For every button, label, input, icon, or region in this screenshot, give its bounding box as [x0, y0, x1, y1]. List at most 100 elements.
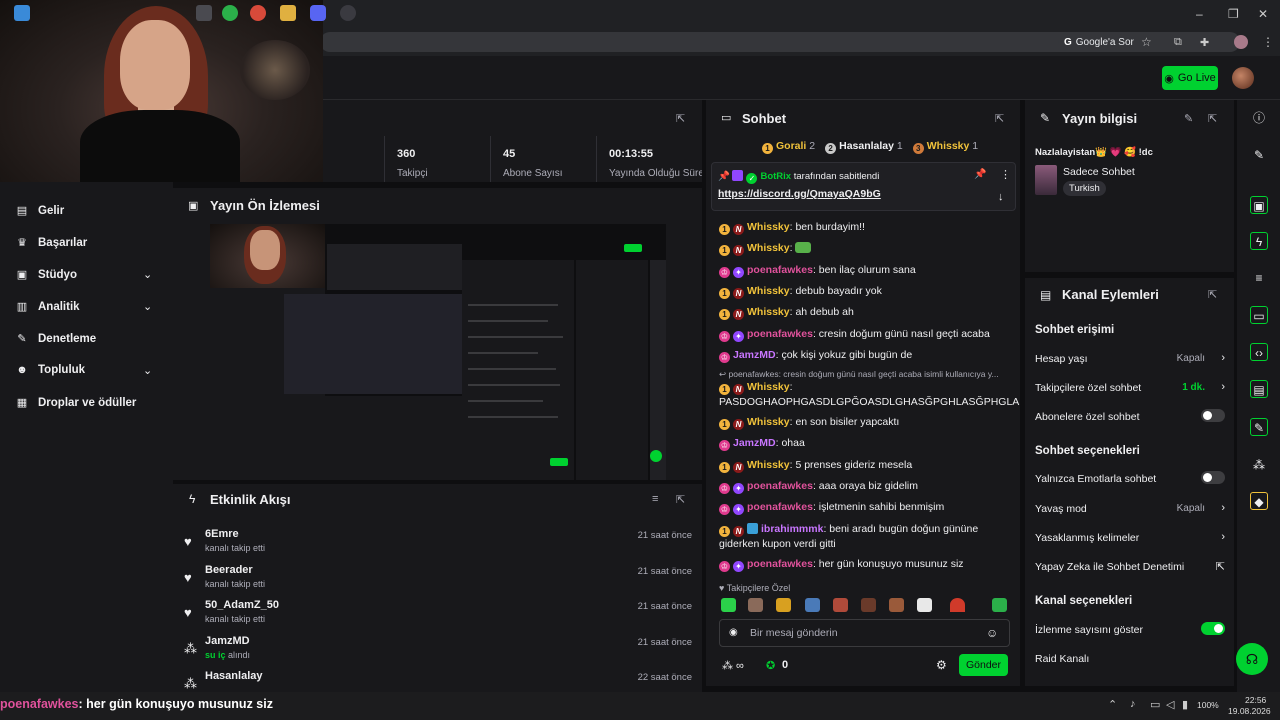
network-icon[interactable]: ▭	[1150, 698, 1160, 711]
chat-message[interactable]: ♔ ✦ poenafawkes: her gün konuşuyo musunuz …	[719, 557, 1009, 572]
sidebar-item-studio[interactable]: ▣ Stüdyo	[16, 268, 77, 282]
activity-item[interactable]: ⁂ Hasanlalay 22 saat önce	[184, 668, 696, 690]
chat-bubble-icon[interactable]: ▭	[1250, 306, 1268, 324]
chat-message[interactable]: 1 N Whissky: en son bisiler yapcaktı	[719, 415, 1009, 430]
wrench-icon[interactable]: ✎	[1250, 418, 1268, 436]
profile-avatar[interactable]	[1234, 35, 1248, 49]
ai-moderation-row[interactable]: Yapay Zeka ile Sohbet Denetimi ⇱	[1035, 561, 1225, 573]
show-viewers-toggle[interactable]	[1201, 622, 1225, 635]
activity-item[interactable]: ⁂ JamzMD su iç alındı 21 saat önce	[184, 633, 696, 667]
emote-only-row[interactable]: Yalnızca Emotlarla sohbet	[1035, 471, 1225, 485]
emote-only-toggle[interactable]	[1201, 471, 1225, 484]
chat-message[interactable]: 1 N Whissky: 5 prenses gideriz mesela	[719, 458, 1009, 473]
emote-icon[interactable]	[776, 598, 791, 612]
battery-icon[interactable]: ▮	[1182, 698, 1188, 711]
send-button[interactable]: Gönder	[959, 654, 1008, 676]
chat-message[interactable]: ♔ JamzMD: çok kişi yokuz gibi bugün de	[719, 348, 1009, 363]
channel-actions-icon[interactable]: ▤	[1250, 380, 1268, 398]
chevron-down-icon[interactable]: ⌄	[143, 364, 152, 377]
subs-chat-toggle[interactable]	[1201, 409, 1225, 422]
chat-message[interactable]: 1 N Whissky:	[719, 241, 1009, 256]
emote-icon[interactable]	[917, 598, 932, 612]
more-icon[interactable]: ⋮	[1000, 168, 1011, 181]
channel-points-icon[interactable]: ⁂	[1250, 456, 1268, 474]
emote-icon[interactable]	[889, 598, 904, 612]
chat-message[interactable]: ♔ ✦ poenafawkes: cresin doğum günü nasıl g…	[719, 327, 1009, 342]
emote-icon[interactable]	[992, 598, 1007, 612]
followers-chat-row[interactable]: Takipçilere özel sohbet 1 dk. ›	[1035, 381, 1225, 394]
emote-icon[interactable]	[861, 598, 876, 612]
volume-icon[interactable]: ◁	[1166, 698, 1174, 711]
chevron-down-icon[interactable]: ⌄	[143, 268, 152, 281]
support-icon[interactable]: ☊	[1236, 643, 1268, 675]
chat-message[interactable]: ♔ ✦ poenafawkes: aaa oraya biz gidelim	[719, 479, 1009, 494]
taskbar-app-icon[interactable]	[222, 5, 238, 21]
sidebar-item-community[interactable]: ☻ Topluluk	[16, 364, 85, 376]
obs-icon[interactable]	[340, 5, 356, 21]
sidebar-item-drops[interactable]: ▦ Droplar ve ödüller	[16, 396, 137, 410]
pinned-link[interactable]: https://discord.gg/QmayaQA9bG	[718, 188, 881, 200]
puzzle-icon[interactable]: ✚	[1200, 36, 1209, 49]
gear-icon[interactable]: ⚙	[936, 658, 947, 672]
sidebar-item-analytics[interactable]: ▥ Analitik	[16, 300, 80, 314]
chat-message[interactable]: 1 N Whissky: ben burdayim!!	[719, 220, 1009, 235]
activity-item[interactable]: ♥ 50_AdamZ_50 kanalı takip etti 21 saat …	[184, 597, 696, 631]
emote-icon[interactable]	[950, 598, 965, 612]
chat-message[interactable]: ♔ JamzMD: ohaa	[719, 436, 1009, 451]
show-viewers-row[interactable]: İzlenme sayısını göster	[1035, 622, 1225, 636]
code-icon[interactable]: ‹›	[1250, 343, 1268, 361]
preview-toggle-icon[interactable]: ▣	[1250, 196, 1268, 214]
filter-icon[interactable]: ≡	[652, 493, 658, 505]
chat-message[interactable]: 1 N Whissky: ah debub ah	[719, 305, 1009, 320]
bookmark-star-icon[interactable]: ☆	[1141, 35, 1152, 49]
chrome-icon[interactable]	[250, 5, 266, 21]
sidebar-item-moderation[interactable]: ✎ Denetleme	[16, 332, 96, 346]
edit-icon[interactable]: ✎	[1250, 146, 1268, 164]
list-icon[interactable]: ≡	[1250, 269, 1268, 287]
tray-arrow-icon[interactable]: ⌃	[1108, 698, 1117, 711]
discord-icon[interactable]	[310, 5, 326, 21]
chat-message[interactable]: 1 N Whissky: debub bayadır yok	[719, 284, 1009, 299]
emote-icon[interactable]	[721, 598, 736, 612]
go-live-button[interactable]: ◉ Go Live	[1162, 66, 1218, 90]
popout-icon[interactable]: ⇱	[676, 493, 685, 506]
popout-icon[interactable]: ⇱	[995, 112, 1004, 125]
emote-icon[interactable]	[833, 598, 848, 612]
banned-words-row[interactable]: Yasaklanmış kelimeler ›	[1035, 531, 1225, 544]
activity-item[interactable]: ♥ 6Emre kanalı takip etti 21 saat önce	[184, 526, 696, 560]
browser-menu-icon[interactable]: ⋮	[1262, 35, 1274, 49]
mic-icon[interactable]: ♪	[1130, 698, 1136, 710]
popout-icon[interactable]: ⇱	[1208, 288, 1217, 301]
activity-item[interactable]: ♥ Beerader kanalı takip etti 21 saat önc…	[184, 562, 696, 596]
windows-start-icon[interactable]	[14, 5, 30, 21]
emote-icon[interactable]	[748, 598, 763, 612]
account-age-row[interactable]: Hesap yaşı Kapalı ›	[1035, 352, 1225, 365]
diamond-icon[interactable]: ◆	[1250, 492, 1268, 510]
chat-leaderboard[interactable]: 1 Gorali 2 2 Hasanlalay 1 3 Whissky 1	[762, 140, 978, 154]
taskbar-app-icon[interactable]	[196, 5, 212, 21]
google-ask-chip[interactable]: G Google'a Sor	[1058, 33, 1140, 51]
stream-preview[interactable]	[210, 224, 666, 480]
popout-icon[interactable]: ⇱	[676, 112, 685, 125]
slow-mode-row[interactable]: Yavaş mod Kapalı ›	[1035, 502, 1225, 515]
unpin-icon[interactable]: 📌	[974, 169, 986, 180]
emoji-icon[interactable]: ☺	[986, 626, 998, 640]
raid-row[interactable]: Raid Kanalı	[1035, 653, 1225, 665]
user-avatar[interactable]	[1232, 67, 1254, 89]
info-icon[interactable]: ⓘ	[1250, 109, 1268, 127]
expand-arrow-icon[interactable]: ↓	[998, 191, 1004, 203]
maximize-button[interactable]: ❐	[1228, 7, 1239, 21]
channel-points-icon[interactable]: ⁂ ∞	[722, 659, 744, 672]
emote-icon[interactable]	[805, 598, 820, 612]
chevron-down-icon[interactable]: ⌄	[143, 300, 152, 313]
close-window-button[interactable]: ✕	[1258, 7, 1268, 21]
chat-message[interactable]: 1 Nibrahimmmk: beni aradı bugün doğun gün…	[719, 522, 1009, 552]
edit-icon[interactable]: ✎	[1184, 112, 1193, 125]
extension-icon[interactable]: ⧉	[1174, 36, 1182, 49]
subs-chat-row[interactable]: Abonelere özel sohbet	[1035, 409, 1225, 423]
sidebar-item-achievements[interactable]: ♛ Başarılar	[16, 236, 87, 250]
popout-icon[interactable]: ⇱	[1208, 112, 1217, 125]
sidebar-item-revenue[interactable]: ▤ Gelir	[16, 204, 64, 218]
chat-message[interactable]: 1 N Whissky: PASDOGHAOPHGASDLGPĞOASDLGHASĞ…	[719, 380, 1019, 410]
stream-tag[interactable]: Turkish	[1063, 181, 1106, 196]
